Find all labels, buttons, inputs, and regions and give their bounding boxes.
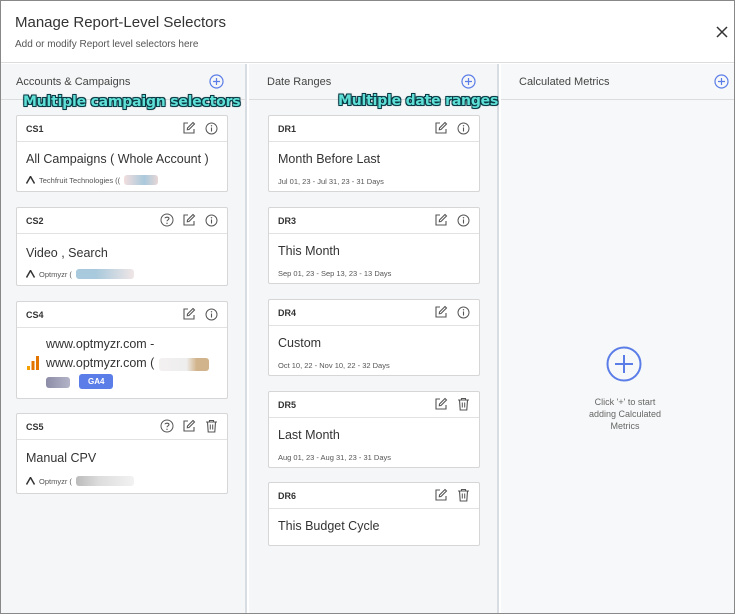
metrics-column-header: Calculated Metrics bbox=[501, 64, 734, 100]
edit-icon[interactable] bbox=[433, 396, 449, 412]
info-icon[interactable] bbox=[455, 120, 471, 136]
card-id: DR5 bbox=[278, 400, 297, 410]
card-header: DR1 bbox=[269, 116, 479, 142]
card-title: This Month bbox=[278, 244, 340, 258]
delete-icon[interactable] bbox=[455, 487, 471, 503]
card-header: CS5 bbox=[17, 414, 227, 440]
card-title: Custom bbox=[278, 336, 322, 350]
redacted-id bbox=[124, 175, 159, 185]
date-range-card[interactable]: DR3 This Month Sep 01, 23 - Sep 13, 23 -… bbox=[268, 207, 480, 284]
edit-icon[interactable] bbox=[181, 120, 197, 136]
campaign-selectors-annotation: Multiple campaign selectors bbox=[23, 94, 241, 110]
card-header: DR5 bbox=[269, 392, 479, 418]
card-header: CS2 bbox=[17, 208, 227, 234]
ga4-badge: GA4 bbox=[79, 374, 114, 389]
date-range-card[interactable]: DR1 Month Before Last Jul 01, 23 - Jul 3… bbox=[268, 115, 480, 192]
card-id: DR1 bbox=[278, 124, 297, 134]
card-header: DR6 bbox=[269, 483, 479, 509]
edit-icon[interactable] bbox=[433, 212, 449, 228]
modal-header: Manage Report-Level Selectors Add or mod… bbox=[1, 1, 734, 63]
help-icon[interactable] bbox=[159, 212, 175, 228]
campaigns-column-title: Accounts & Campaigns bbox=[16, 76, 131, 88]
edit-icon[interactable] bbox=[181, 212, 197, 228]
account-name: Techfruit Technologies (( bbox=[39, 175, 121, 185]
account-line: Techfruit Technologies (( bbox=[26, 175, 159, 185]
card-header: CS1 bbox=[17, 116, 227, 142]
card-id: CS4 bbox=[26, 310, 44, 320]
google-ads-icon bbox=[26, 270, 35, 278]
add-metric-icon[interactable] bbox=[714, 74, 729, 89]
modal-body: Accounts & Campaigns Multiple campaign s… bbox=[1, 64, 734, 613]
card-title: Video , Search bbox=[26, 246, 108, 260]
close-icon[interactable] bbox=[716, 26, 730, 40]
info-icon[interactable] bbox=[455, 212, 471, 228]
card-id: CS2 bbox=[26, 216, 44, 226]
account-line: Optmyzr ( bbox=[26, 269, 134, 279]
date-range-text: Oct 10, 22 - Nov 10, 22 - 32 Days bbox=[278, 361, 390, 370]
campaign-selector-card[interactable]: CS1 All Campaigns ( Whole Account ) Tech… bbox=[16, 115, 228, 192]
campaign-selector-card[interactable]: CS2 Video , Search Optmyzr ( bbox=[16, 207, 228, 286]
metrics-column-title: Calculated Metrics bbox=[519, 76, 610, 88]
card-title-line1: www.optmyzr.com - bbox=[46, 337, 155, 351]
card-header: DR4 bbox=[269, 300, 479, 326]
account-name: Optmyzr ( bbox=[39, 269, 72, 279]
card-title: Manual CPV bbox=[26, 451, 97, 465]
add-campaign-selector-icon[interactable] bbox=[209, 74, 224, 89]
card-title-line2: www.optmyzr.com ( bbox=[46, 356, 155, 370]
add-metric-large-icon[interactable] bbox=[606, 346, 642, 382]
info-icon[interactable] bbox=[203, 120, 219, 136]
date-ranges-annotation: Multiple date ranges bbox=[338, 93, 499, 109]
card-id: CS5 bbox=[26, 422, 44, 432]
redacted-id bbox=[46, 377, 70, 388]
redacted-id bbox=[159, 358, 209, 371]
card-title: Last Month bbox=[278, 428, 340, 442]
date-range-text: Aug 01, 23 - Aug 31, 23 - 31 Days bbox=[278, 453, 391, 462]
info-icon[interactable] bbox=[455, 304, 471, 320]
card-id: DR3 bbox=[278, 216, 297, 226]
dates-column: Date Ranges Multiple date ranges DR1 Mon… bbox=[249, 64, 499, 613]
card-id: DR6 bbox=[278, 491, 297, 501]
google-ads-icon bbox=[26, 176, 35, 184]
analytics-icon bbox=[27, 356, 39, 370]
campaign-selector-card[interactable]: CS4 www.optmyzr.com - www.optmyzr.com ( … bbox=[16, 301, 228, 399]
date-range-card[interactable]: DR4 Custom Oct 10, 22 - Nov 10, 22 - 32 … bbox=[268, 299, 480, 376]
card-title: All Campaigns ( Whole Account ) bbox=[26, 152, 209, 166]
google-ads-icon bbox=[26, 477, 35, 485]
edit-icon[interactable] bbox=[433, 120, 449, 136]
date-range-card[interactable]: DR6 This Budget Cycle bbox=[268, 482, 480, 546]
info-icon[interactable] bbox=[203, 212, 219, 228]
edit-icon[interactable] bbox=[181, 306, 197, 322]
metrics-column: Calculated Metrics Click '+' to start ad… bbox=[501, 64, 734, 613]
modal-title: Manage Report-Level Selectors bbox=[15, 14, 226, 31]
account-name: Optmyzr ( bbox=[39, 476, 72, 486]
add-date-range-icon[interactable] bbox=[461, 74, 476, 89]
account-line: Optmyzr ( bbox=[26, 476, 134, 486]
card-id: CS1 bbox=[26, 124, 44, 134]
edit-icon[interactable] bbox=[433, 304, 449, 320]
date-range-text: Jul 01, 23 - Jul 31, 23 - 31 Days bbox=[278, 177, 384, 186]
campaigns-column: Accounts & Campaigns Multiple campaign s… bbox=[1, 64, 247, 613]
card-id: DR4 bbox=[278, 308, 297, 318]
dates-column-title: Date Ranges bbox=[267, 76, 332, 88]
delete-icon[interactable] bbox=[203, 418, 219, 434]
edit-icon[interactable] bbox=[181, 418, 197, 434]
info-icon[interactable] bbox=[203, 306, 219, 322]
edit-icon[interactable] bbox=[433, 487, 449, 503]
campaign-selector-card[interactable]: CS5 Manual CPV Optmyzr ( bbox=[16, 413, 228, 494]
card-title: Month Before Last bbox=[278, 152, 381, 166]
help-icon[interactable] bbox=[159, 418, 175, 434]
delete-icon[interactable] bbox=[455, 396, 471, 412]
date-range-card[interactable]: DR5 Last Month Aug 01, 23 - Aug 31, 23 -… bbox=[268, 391, 480, 468]
redacted-id bbox=[75, 476, 134, 486]
modal-dialog: Manage Report-Level Selectors Add or mod… bbox=[0, 0, 735, 614]
date-range-text: Sep 01, 23 - Sep 13, 23 - 13 Days bbox=[278, 269, 392, 278]
redacted-id bbox=[75, 269, 134, 279]
card-header: CS4 bbox=[17, 302, 227, 328]
card-header: DR3 bbox=[269, 208, 479, 234]
card-title: This Budget Cycle bbox=[278, 519, 380, 533]
empty-state-text: Click '+' to start adding Calculated Met… bbox=[588, 397, 662, 431]
modal-subtitle: Add or modify Report level selectors her… bbox=[15, 39, 199, 50]
